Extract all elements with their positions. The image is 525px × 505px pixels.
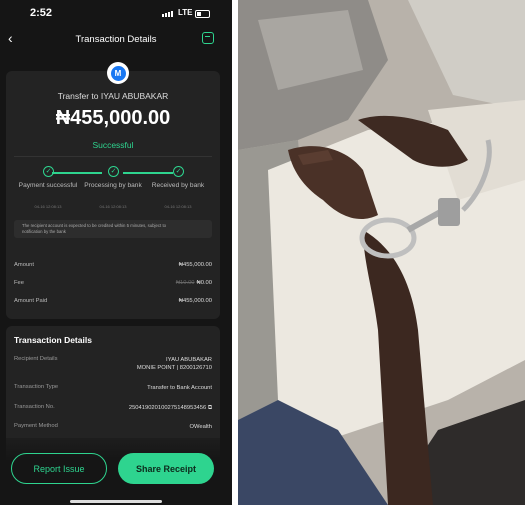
detail-key: Recipient Details	[14, 356, 58, 362]
summary-card: M Transfer to IYAU ABUBAKAR ₦455,000.00 …	[6, 62, 220, 319]
bank-logo-letter: M	[110, 65, 126, 81]
detail-key: Transaction No.	[14, 404, 55, 410]
fee-value: ₦0.00	[196, 280, 212, 286]
page-title: Transaction Details	[75, 34, 157, 45]
handcuffed-hands-photo	[238, 0, 525, 505]
detail-value: Transfer to Bank Account	[147, 385, 212, 391]
recipient-name: IYAU ABUBAKAR	[166, 357, 212, 363]
copy-icon[interactable]: ⧉	[208, 405, 212, 411]
status-bar: 2:52 LTE	[0, 0, 232, 28]
note-text: The recipient account is expected to be …	[22, 223, 167, 234]
recipient-account: MONIE POINT | 8200126710	[136, 365, 212, 371]
detail-key: Transaction Type	[14, 384, 59, 390]
share-receipt-button[interactable]: Share Receipt	[118, 453, 214, 484]
row-key: Fee	[14, 280, 24, 286]
battery-icon	[195, 10, 210, 18]
info-note: The recipient account is expected to be …	[14, 220, 212, 238]
status-text: Successful	[92, 140, 134, 150]
recipient-line: Transfer to IYAU ABUBAKAR	[57, 91, 169, 101]
step-label: Processing by bank	[84, 182, 142, 189]
handcuffed-hands-illustration	[238, 0, 525, 505]
row-value: ₦10.00 ₦0.00	[176, 280, 212, 286]
row-value: ₦455,000.00	[178, 262, 212, 268]
receipt-screenshot: 2:52 LTE ‹ Transaction Details M Transfe…	[0, 0, 232, 505]
check-circle-icon: ✓	[108, 166, 119, 177]
signal-icon	[162, 11, 173, 17]
step-label: Payment successful	[18, 182, 78, 189]
detail-value[interactable]: 250419020100275148953456 ⧉	[129, 404, 212, 412]
row-value: ₦455,000.00	[178, 298, 212, 304]
bank-logo: M	[107, 62, 129, 84]
detail-key: Payment Method	[14, 423, 58, 429]
details-heading: Transaction Details	[14, 335, 92, 345]
row-key: Amount	[14, 262, 34, 268]
status-time: 2:52	[30, 7, 53, 19]
transfer-amount: ₦455,000.00	[55, 107, 171, 129]
detail-value: OWealth	[189, 424, 212, 430]
progress-line	[123, 172, 173, 174]
report-issue-button[interactable]: Report Issue	[11, 453, 107, 484]
check-circle-icon: ✓	[43, 166, 54, 177]
network-label: LTE	[178, 8, 193, 17]
step-date: 04-16 12:08:13	[34, 204, 62, 209]
header-bar: ‹ Transaction Details	[0, 28, 232, 52]
transaction-number: 250419020100275148953456	[128, 405, 207, 411]
step-label: Received by bank	[151, 182, 205, 189]
divider	[14, 156, 212, 157]
check-circle-icon: ✓	[173, 166, 184, 177]
row-key: Amount Paid	[14, 298, 48, 304]
headset-icon[interactable]	[202, 32, 214, 44]
home-indicator	[70, 500, 162, 503]
step-date: 04-16 12:08:13	[164, 204, 192, 209]
original-fee: ₦10.00	[175, 280, 195, 286]
detail-value: IYAU ABUBAKAR MONIE POINT | 8200126710	[137, 356, 212, 372]
progress-line	[52, 172, 102, 174]
step-date: 04-16 12:08:13	[99, 204, 127, 209]
